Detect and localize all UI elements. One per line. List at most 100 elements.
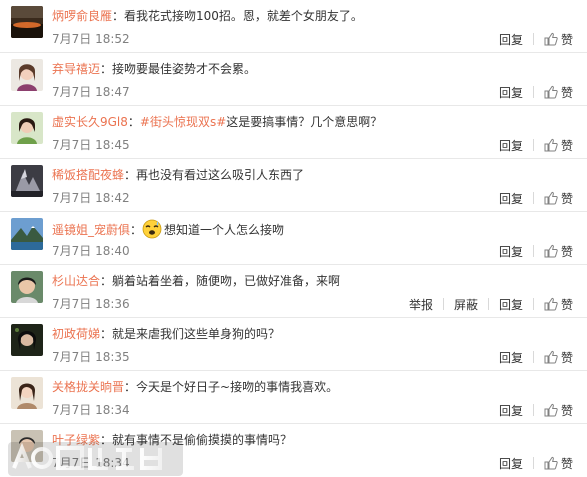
report-button[interactable]: 举报 — [409, 296, 433, 313]
divider — [532, 404, 534, 416]
like-label: 赞 — [560, 32, 573, 47]
comment-username[interactable]: 炳啰俞良雁 — [52, 9, 112, 23]
comment-time: 7月7日 18:35 — [52, 350, 130, 364]
like-button[interactable]: 赞 — [544, 243, 573, 260]
thumbs-up-icon — [544, 456, 558, 470]
comment-time: 7月7日 18:45 — [52, 138, 130, 152]
avatar[interactable] — [11, 324, 43, 356]
reply-button[interactable]: 回复 — [499, 243, 523, 260]
like-label: 赞 — [560, 403, 573, 418]
reply-button[interactable]: 回复 — [499, 84, 523, 101]
like-label: 赞 — [560, 350, 573, 365]
comment-text-line: 关格拢关晌晋：今天是个好日子~接吻的事情我喜欢。 — [52, 380, 339, 394]
avatar[interactable] — [11, 271, 43, 303]
reply-button[interactable]: 回复 — [499, 296, 523, 313]
like-button[interactable]: 赞 — [544, 190, 573, 207]
block-button[interactable]: 屏蔽 — [454, 296, 478, 313]
divider — [442, 298, 444, 310]
thumbs-up-icon — [544, 403, 558, 417]
comment-time: 7月7日 18:47 — [52, 85, 130, 99]
comment-username[interactable]: 稀饭搭配夜蜂 — [52, 168, 124, 182]
comment-actions: 回复 赞 — [499, 454, 573, 472]
comment-content: 想知道一个人怎么接吻 — [164, 223, 285, 237]
like-label: 赞 — [560, 85, 573, 100]
comment-item: 杉山达合：躺着站着坐着，随便吻，已做好准备，来啊 7月7日 18:36 举报 屏… — [0, 265, 587, 318]
comment-actions: 回复 赞 — [499, 136, 573, 154]
comment-content: 接吻要最佳姿势才不会累。 — [112, 62, 257, 76]
comment-content: 今天是个好日子~接吻的事情我喜欢。 — [136, 380, 339, 394]
divider — [532, 33, 534, 45]
comment-content: 这是要搞事情？几个意思啊？ — [226, 115, 383, 129]
comment-username[interactable]: 遥镜姐_宠蔚俱 — [52, 223, 130, 237]
comment-text-line: 稀饭搭配夜蜂：再也没有看过这么吸引人东西了 — [52, 168, 305, 182]
comment-text-line: 初政荷娣：就是来虐我们这些单身狗的吗？ — [52, 327, 281, 341]
comment-username[interactable]: 弃导禧迈 — [52, 62, 100, 76]
comment-text-line: 杉山达合：躺着站着坐着，随便吻，已做好准备，来啊 — [52, 274, 341, 288]
thumbs-up-icon — [544, 191, 558, 205]
comment-text-line: 弃导禧迈：接吻要最佳姿势才不会累。 — [52, 62, 257, 76]
like-button[interactable]: 赞 — [544, 402, 573, 419]
avatar[interactable] — [11, 112, 43, 144]
like-button[interactable]: 赞 — [544, 137, 573, 154]
comment-time: 7月7日 18:40 — [52, 244, 130, 258]
reply-button[interactable]: 回复 — [499, 349, 523, 366]
comment-time: 7月7日 18:36 — [52, 297, 130, 311]
reply-button[interactable]: 回复 — [499, 31, 523, 48]
sweat-smile-emoji-icon — [142, 219, 162, 239]
thumbs-up-icon — [544, 350, 558, 364]
comment-item: 初政荷娣：就是来虐我们这些单身狗的吗？ 7月7日 18:35 回复 赞 — [0, 318, 587, 371]
comment-text-line: 叶子绿紫：就有事情不是偷偷摸摸的事情吗？ — [52, 433, 293, 447]
comment-actions: 回复 赞 — [499, 30, 573, 48]
comment-time: 7月7日 18:34 — [52, 403, 130, 417]
thumbs-up-icon — [544, 244, 558, 258]
comment-text-line: 遥镜姐_宠蔚俱： 想知道一个人怎么接吻 — [52, 219, 577, 239]
comment-username[interactable]: 叶子绿紫 — [52, 433, 100, 447]
comment-item: 炳啰俞良雁：看我花式接吻100招。恩，就差个女朋友了。 7月7日 18:52 回… — [0, 0, 587, 53]
like-button[interactable]: 赞 — [544, 84, 573, 101]
comment-actions: 回复 赞 — [499, 401, 573, 419]
reply-button[interactable]: 回复 — [499, 190, 523, 207]
comment-content: 躺着站着坐着，随便吻，已做好准备，来啊 — [112, 274, 341, 288]
divider — [532, 298, 534, 310]
reply-button[interactable]: 回复 — [499, 137, 523, 154]
like-button[interactable]: 赞 — [544, 296, 573, 313]
avatar[interactable] — [11, 165, 43, 197]
like-button[interactable]: 赞 — [544, 31, 573, 48]
comment-item: 关格拢关晌晋：今天是个好日子~接吻的事情我喜欢。 7月7日 18:34 回复 赞 — [0, 371, 587, 424]
topic-link[interactable]: #街头惊现双s# — [140, 115, 226, 129]
comment-username[interactable]: 关格拢关晌晋 — [52, 380, 124, 394]
divider — [532, 192, 534, 204]
comment-actions: 回复 赞 — [499, 83, 573, 101]
thumbs-up-icon — [544, 85, 558, 99]
avatar[interactable] — [11, 59, 43, 91]
comment-item: 叶子绿紫：就有事情不是偷偷摸摸的事情吗？ 7月7日 18:34 回复 赞 — [0, 424, 587, 477]
divider — [532, 86, 534, 98]
comment-username[interactable]: 虚实长久9Gl8 — [52, 115, 128, 129]
divider — [532, 139, 534, 151]
thumbs-up-icon — [544, 138, 558, 152]
comment-text-line: 炳啰俞良雁：看我花式接吻100招。恩，就差个女朋友了。 — [52, 9, 363, 23]
comment-username[interactable]: 杉山达合 — [52, 274, 100, 288]
avatar[interactable] — [11, 218, 43, 250]
comment-content: 就是来虐我们这些单身狗的吗？ — [112, 327, 281, 341]
comment-content: 再也没有看过这么吸引人东西了 — [136, 168, 305, 182]
comment-time: 7月7日 18:34 — [52, 456, 130, 470]
reply-button[interactable]: 回复 — [499, 455, 523, 472]
comment-text-line: 虚实长久9Gl8：#街头惊现双s#这是要搞事情？几个意思啊？ — [52, 115, 383, 129]
like-label: 赞 — [560, 138, 573, 153]
divider — [532, 457, 534, 469]
like-label: 赞 — [560, 456, 573, 471]
like-button[interactable]: 赞 — [544, 349, 573, 366]
comment-actions: 回复 赞 — [499, 189, 573, 207]
comment-username[interactable]: 初政荷娣 — [52, 327, 100, 341]
reply-button[interactable]: 回复 — [499, 402, 523, 419]
like-button[interactable]: 赞 — [544, 455, 573, 472]
divider — [532, 351, 534, 363]
avatar[interactable] — [11, 6, 43, 38]
avatar[interactable] — [11, 430, 43, 462]
divider — [532, 245, 534, 257]
comment-item: 稀饭搭配夜蜂：再也没有看过这么吸引人东西了 7月7日 18:42 回复 赞 — [0, 159, 587, 212]
avatar[interactable] — [11, 377, 43, 409]
divider — [487, 298, 489, 310]
comment-actions: 回复 赞 — [499, 348, 573, 366]
